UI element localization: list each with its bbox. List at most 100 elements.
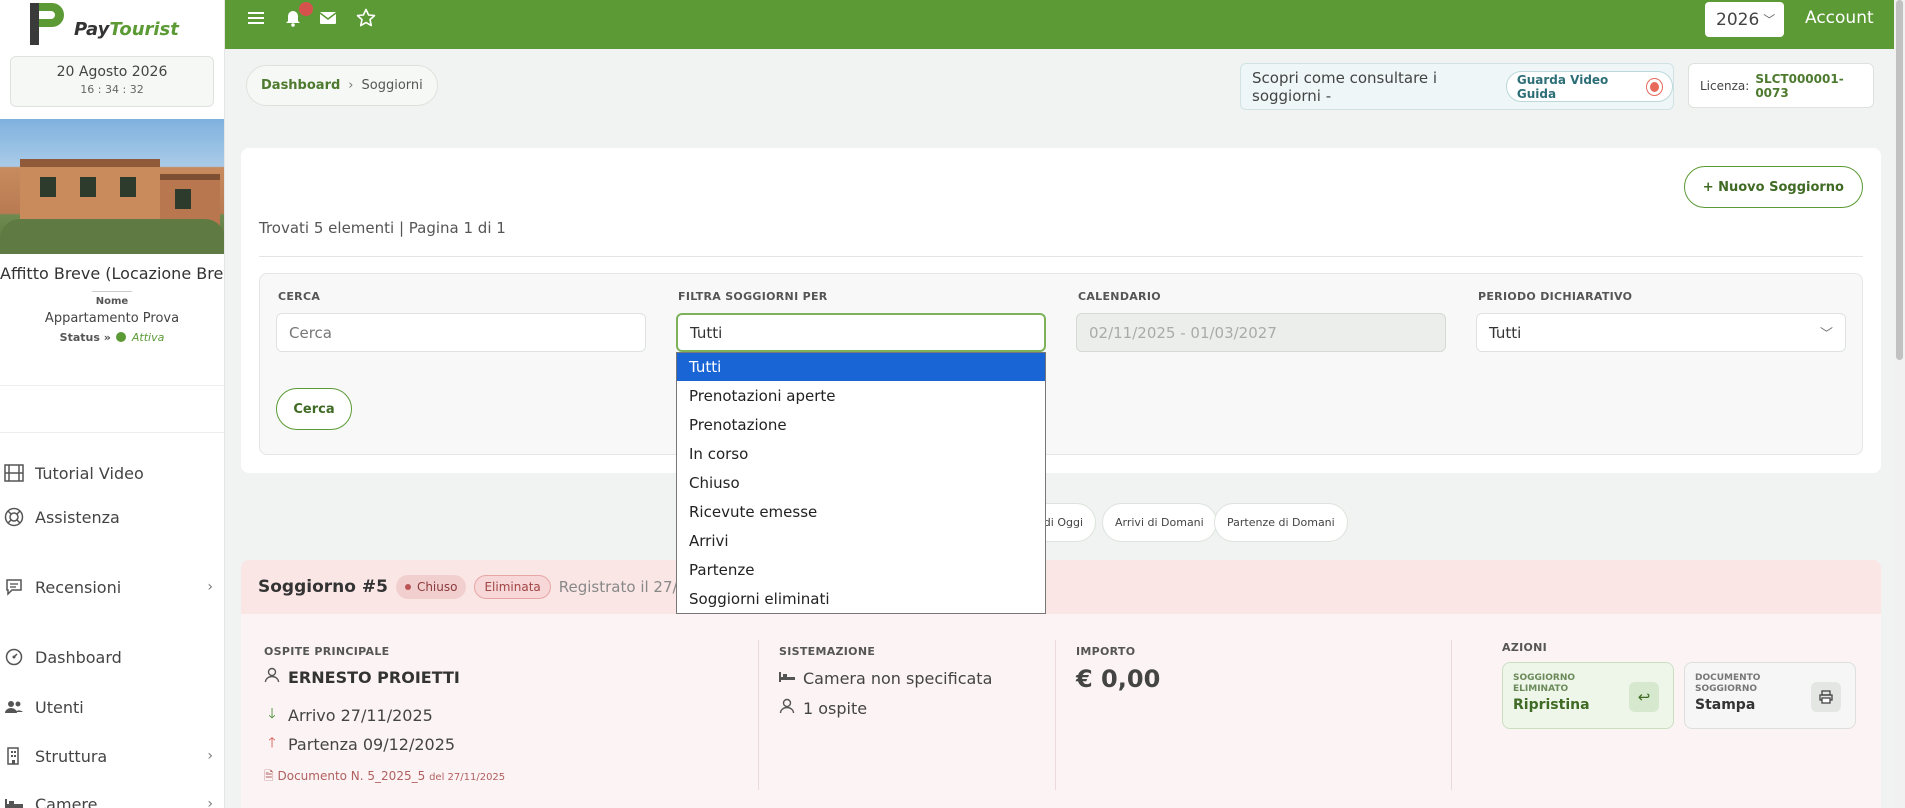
ospite-label: OSPITE PRINCIPALE	[264, 645, 390, 658]
current-date: 20 Agosto 2026	[56, 64, 168, 80]
departure-date: 🡑 Partenza 09/12/2025	[264, 732, 455, 756]
new-soggiorno-button[interactable]: + Nuovo Soggiorno	[1683, 166, 1863, 208]
top-navbar: 2026 ﹀ Account	[225, 0, 1905, 49]
printer-icon	[1811, 682, 1841, 712]
arrival-date: 🡓 Arrivo 27/11/2025	[264, 703, 432, 727]
document-icon: 🗎	[264, 769, 274, 783]
logo[interactable]: PayTourist	[0, 0, 224, 48]
page-scrollbar[interactable]	[1894, 0, 1905, 808]
users-icon	[3, 696, 25, 718]
account-menu[interactable]: Account	[1805, 8, 1874, 28]
status-dot-icon	[116, 332, 127, 342]
chevron-right-icon: ›	[207, 579, 213, 595]
bed-icon	[3, 793, 25, 808]
search-input[interactable]: Cerca	[276, 313, 646, 352]
comment-icon	[3, 576, 25, 598]
scrollbar-thumb[interactable]	[1896, 0, 1903, 360]
lifebuoy-icon	[3, 506, 25, 528]
sidebar-item-tutorial-video[interactable]: Tutorial Video	[0, 453, 224, 493]
filter-soggiorni-dropdown: Tutti Prenotazioni aperte Prenotazione I…	[676, 352, 1046, 614]
bed-icon	[779, 671, 795, 687]
option-partenze[interactable]: Partenze	[677, 555, 1045, 584]
guests-count: 1 ospite	[779, 698, 867, 718]
building-icon	[3, 745, 25, 767]
cerca-label: CERCA	[278, 290, 321, 303]
arrow-up-icon: 🡑	[268, 735, 276, 751]
importo-label: IMPORTO	[1076, 645, 1136, 658]
sidebar-item-camere[interactable]: Camere ›	[0, 784, 224, 808]
status-badge: Chiuso	[395, 575, 467, 599]
document-number[interactable]: 🗎 Documento N. 5_2025_5 del 27/11/2025	[264, 767, 505, 788]
current-time: 16 : 34 : 32	[80, 83, 144, 96]
sidebar-item-dashboard[interactable]: Dashboard	[0, 637, 224, 677]
guest-name: ERNESTO PROIETTI	[264, 667, 460, 687]
mail-icon[interactable]	[316, 6, 340, 30]
notification-badge	[299, 2, 313, 16]
property-status: Status » Attiva	[59, 331, 165, 344]
importo-value: € 0,00	[1076, 665, 1161, 693]
filter-partenze-domani-button[interactable]: Partenze di Domani	[1214, 503, 1348, 542]
results-count: Trovati 5 elementi | Pagina 1 di 1	[259, 219, 506, 237]
azioni-label: AZIONI	[1502, 641, 1548, 654]
breadcrumb: Dashboard › Soggiorni	[246, 65, 438, 106]
property-name: Appartamento Prova	[44, 311, 180, 326]
star-icon[interactable]	[354, 6, 378, 30]
option-tutti[interactable]: Tutti	[677, 353, 1045, 381]
paytourist-logo-icon	[28, 3, 70, 45]
option-prenotazione[interactable]: Prenotazione	[677, 410, 1045, 439]
soggiorno-header: Soggiorno #5 Chiuso Eliminata Registrato…	[241, 560, 1881, 614]
restore-soggiorno-button[interactable]: SOGGIORNO ELIMINATO Ripristina ↩	[1502, 662, 1674, 729]
gauge-icon	[3, 646, 25, 668]
breadcrumb-current: Soggiorni	[361, 78, 423, 93]
nome-label: Nome	[95, 296, 129, 307]
periodo-label: PERIODO DICHIARATIVO	[1478, 290, 1633, 303]
hamburger-menu-icon[interactable]	[244, 6, 268, 30]
option-arrivi[interactable]: Arrivi	[677, 526, 1045, 555]
option-soggiorni-eliminati[interactable]: Soggiorni eliminati	[677, 584, 1045, 613]
year-select[interactable]: 2026 ﹀	[1705, 2, 1784, 37]
film-icon	[3, 462, 25, 484]
date-time-box: 20 Agosto 2026 16 : 34 : 32	[10, 56, 214, 107]
user-icon	[779, 698, 795, 718]
periodo-select[interactable]: Tutti ﹀	[1476, 313, 1846, 352]
arrow-down-icon: 🡓	[268, 706, 276, 722]
option-in-corso[interactable]: In corso	[677, 439, 1045, 468]
chevron-down-icon: ﹀	[1763, 13, 1776, 27]
calendario-label: CALENDARIO	[1078, 290, 1161, 303]
license-value: SLCT000001-0073	[1755, 71, 1844, 100]
sidebar-item-utenti[interactable]: Utenti	[0, 687, 224, 727]
chevron-right-icon: ›	[348, 78, 354, 93]
print-soggiorno-button[interactable]: DOCUMENTO SOGGIORNO Stampa	[1684, 662, 1856, 729]
property-type: Affitto Breve (Locazione Breve)	[0, 264, 225, 283]
sidebar: PayTourist 20 Agosto 2026 16 : 34 : 32 A…	[0, 0, 225, 808]
watch-video-guide-button[interactable]: Guarda Video Guida	[1505, 71, 1673, 102]
sistemazione-label: SISTEMAZIONE	[779, 645, 876, 658]
license-box: Licenza: SLCT000001-0073	[1688, 63, 1874, 108]
logo-text: PayTourist	[74, 18, 179, 40]
option-prenotazioni-aperte[interactable]: Prenotazioni aperte	[677, 381, 1045, 410]
option-ricevute-emesse[interactable]: Ricevute emesse	[677, 497, 1045, 526]
soggiorno-title: Soggiorno #5	[258, 577, 388, 597]
soggiorni-card: + Nuovo Soggiorno Trovati 5 elementi | P…	[241, 148, 1881, 473]
guide-text: Scopri come consultare i soggiorni -	[1252, 68, 1438, 105]
status-value: Attiva	[131, 331, 165, 344]
deleted-badge: Eliminata	[474, 575, 551, 599]
user-icon	[264, 667, 280, 687]
sidebar-item-recensioni[interactable]: Recensioni ›	[0, 567, 224, 607]
option-chiuso[interactable]: Chiuso	[677, 468, 1045, 497]
filter-arrivi-domani-button[interactable]: Arrivi di Domani	[1102, 503, 1217, 542]
sidebar-item-assistenza[interactable]: Assistenza	[0, 497, 224, 537]
filtra-label: FILTRA SOGGIORNI PER	[678, 290, 828, 303]
chevron-right-icon: ›	[207, 748, 213, 764]
lifebuoy-icon	[1646, 78, 1662, 95]
room-info: Camera non specificata	[779, 669, 992, 688]
breadcrumb-dashboard-link[interactable]: Dashboard	[261, 78, 340, 93]
sidebar-item-struttura[interactable]: Struttura ›	[0, 736, 224, 776]
filter-soggiorni-select[interactable]: Tutti	[676, 313, 1046, 352]
search-button[interactable]: Cerca	[276, 388, 352, 430]
notification-bell-icon[interactable]	[281, 2, 313, 30]
video-guide-banner: Scopri come consultare i soggiorni - Gua…	[1240, 63, 1674, 110]
filter-panel: CERCA Cerca FILTRA SOGGIORNI PER Tutti C…	[259, 273, 1863, 455]
calendar-range-input[interactable]: 02/11/2025 - 01/03/2027	[1076, 313, 1446, 352]
undo-icon: ↩	[1629, 682, 1659, 712]
